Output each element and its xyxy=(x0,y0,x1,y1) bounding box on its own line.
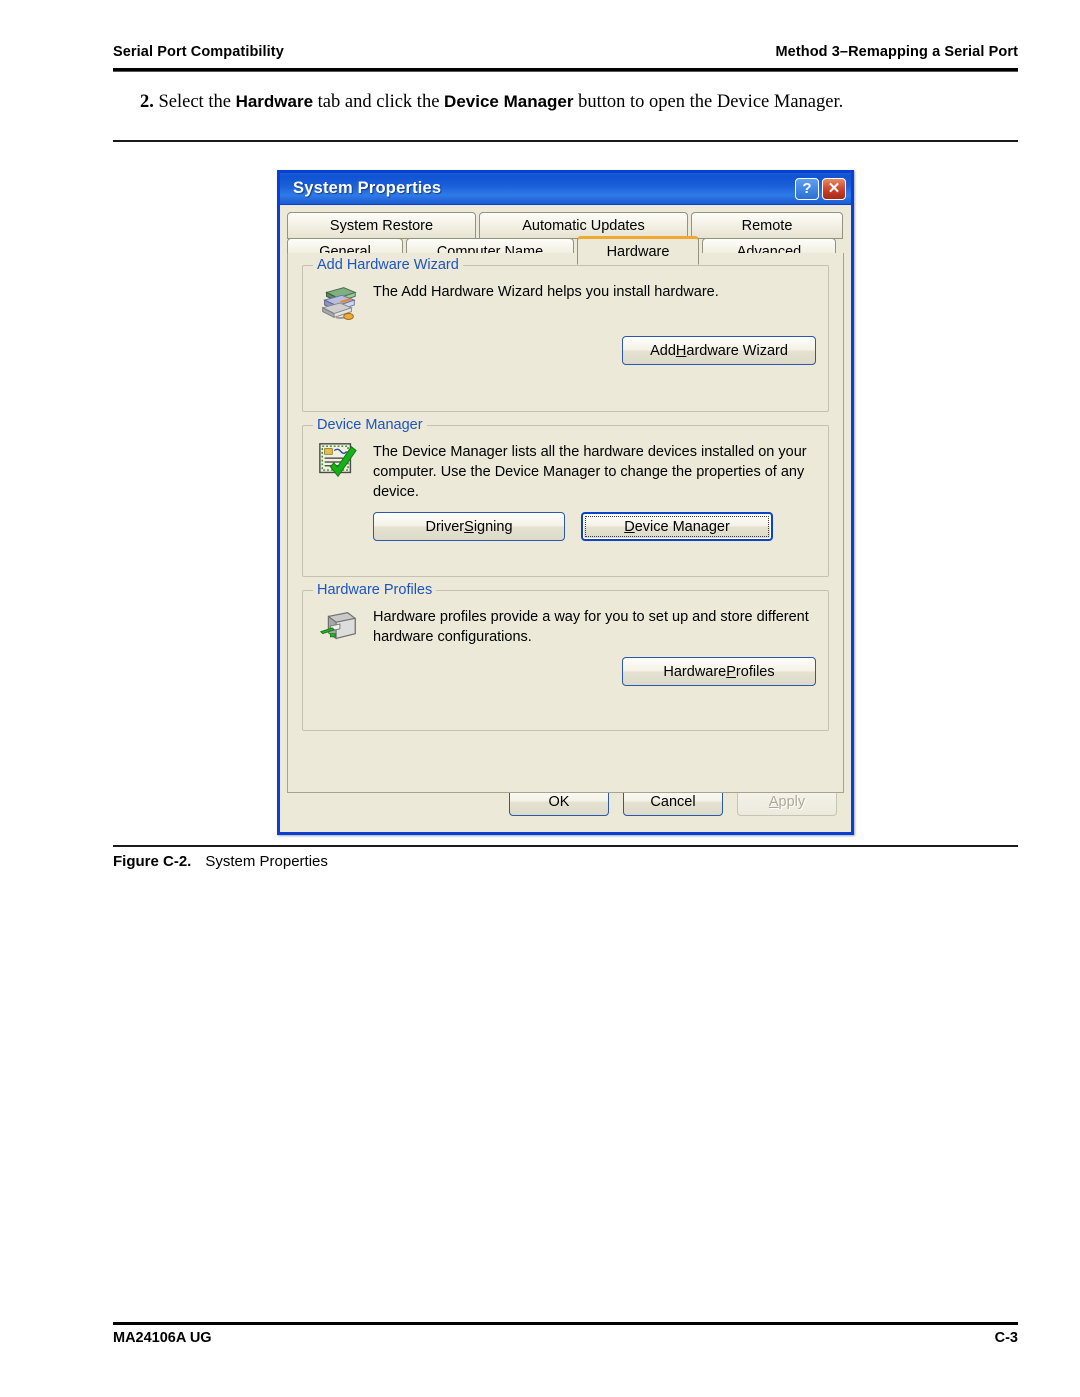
device-manager-button-post: evice Manager xyxy=(634,518,730,535)
header-left-text: Serial Port Compatibility xyxy=(113,44,284,60)
figure-label: Figure C-2. xyxy=(113,853,192,870)
footer-rule xyxy=(113,1322,1018,1325)
running-head: Serial Port Compatibility Method 3–Remap… xyxy=(113,44,1018,60)
group-legend-hardware-profiles: Hardware Profiles xyxy=(313,582,437,598)
step-text-part-3: button to open the Device Manager. xyxy=(573,92,844,112)
figure-title: System Properties xyxy=(205,853,328,870)
footer-left-text: MA24106A UG xyxy=(113,1330,212,1346)
step-text-part-1: Select the xyxy=(158,92,236,112)
group-legend-add-hardware-wizard: Add Hardware Wizard xyxy=(313,257,463,273)
document-page: Serial Port Compatibility Method 3–Remap… xyxy=(0,0,1080,1397)
add-hardware-wizard-button[interactable]: Add Hardware Wizard xyxy=(622,336,816,365)
hardware-tab-panel: Add Hardware Wizard The Add Hardware Wiz… xyxy=(287,253,844,793)
group-add-hardware-wizard: Add Hardware Wizard The Add Hardware Wiz… xyxy=(302,257,829,412)
figure-caption: Figure C-2. System Properties xyxy=(113,853,328,870)
group-device-manager: Device Manager The Device Manager lists … xyxy=(302,417,829,577)
hardware-profiles-description: Hardware profiles provide a way for you … xyxy=(373,609,809,645)
header-right-text: Method 3–Remapping a Serial Port xyxy=(775,44,1018,60)
group-legend-device-manager: Device Manager xyxy=(313,417,427,433)
tab-row-top: System Restore Automatic Updates Remote xyxy=(287,212,844,239)
caption-rule xyxy=(113,845,1018,847)
driver-signing-button[interactable]: Driver Signing xyxy=(373,512,565,541)
add-hardware-wizard-button-post: ardware Wizard xyxy=(686,342,788,359)
apply-button-post: pply xyxy=(778,793,806,810)
hardware-profiles-button-accel: P xyxy=(726,663,736,680)
dialog-titlebar[interactable]: System Properties ? ✕ xyxy=(280,170,851,205)
dialog-body: System Restore Automatic Updates Remote … xyxy=(280,205,851,832)
apply-button-accel: A xyxy=(768,793,779,810)
tab-remote[interactable]: Remote xyxy=(691,212,843,239)
group-hardware-profiles: Hardware Profiles Hardware profiles prov… xyxy=(302,582,829,731)
footer-right-text: C-3 xyxy=(994,1330,1018,1346)
add-hardware-icon xyxy=(315,280,361,326)
page-footer: MA24106A UG C-3 xyxy=(113,1330,1018,1346)
device-manager-button[interactable]: Device Manager xyxy=(581,512,773,541)
driver-signing-button-accel: S xyxy=(464,518,474,535)
step-bold-hardware: Hardware xyxy=(235,92,314,111)
device-manager-description: The Device Manager lists all the hardwar… xyxy=(373,444,807,500)
dialog-title: System Properties xyxy=(293,179,442,197)
help-icon[interactable]: ? xyxy=(795,177,819,200)
system-properties-dialog: System Properties ? ✕ System Restore Aut… xyxy=(277,170,854,835)
tab-hardware[interactable]: Hardware xyxy=(577,236,699,265)
add-hardware-wizard-button-accel: H xyxy=(675,342,687,359)
step-instruction: 2. Select the Hardware tab and click the… xyxy=(140,92,1020,113)
header-rule xyxy=(113,68,1018,72)
step-divider-rule xyxy=(113,140,1018,142)
driver-signing-button-post: igning xyxy=(473,518,513,535)
add-hardware-wizard-description: The Add Hardware Wizard helps you instal… xyxy=(373,284,719,300)
hardware-profiles-icon xyxy=(315,605,361,647)
device-manager-button-accel: D xyxy=(624,518,635,535)
tab-system-restore[interactable]: System Restore xyxy=(287,212,476,239)
hardware-profiles-button-pre: Hardware xyxy=(663,663,727,680)
step-bold-device-manager: Device Manager xyxy=(444,92,574,111)
hardware-profiles-button-post: rofiles xyxy=(735,663,775,680)
titlebar-buttons: ? ✕ xyxy=(795,177,846,200)
step-text-part-2: tab and click the xyxy=(313,92,445,112)
device-manager-icon xyxy=(315,440,361,482)
add-hardware-wizard-button-pre: Add xyxy=(650,342,676,359)
driver-signing-button-pre: Driver xyxy=(425,518,465,535)
step-number: 2. xyxy=(140,92,154,112)
close-icon[interactable]: ✕ xyxy=(822,177,846,200)
tab-automatic-updates[interactable]: Automatic Updates xyxy=(479,212,688,239)
hardware-profiles-button[interactable]: Hardware Profiles xyxy=(622,657,816,686)
